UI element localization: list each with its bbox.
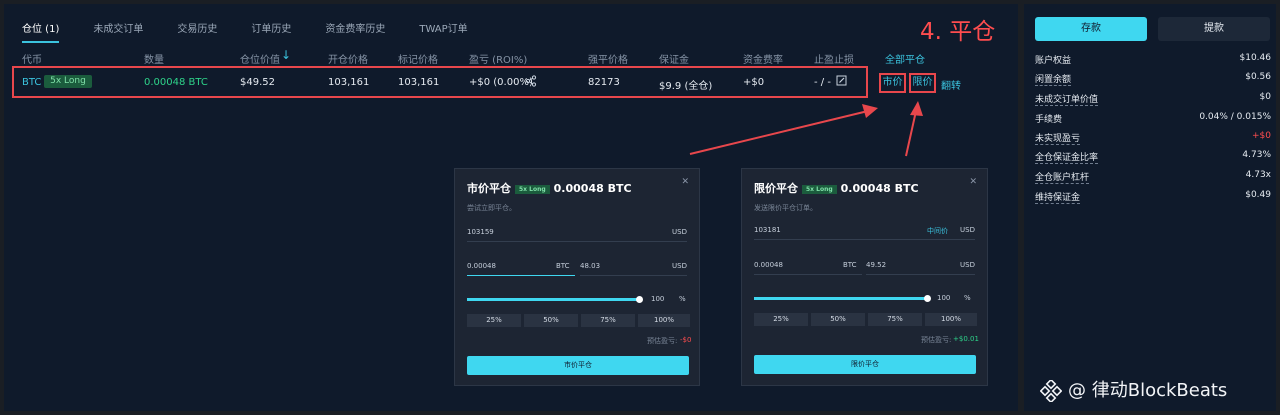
leverage-badge: 5x Long	[44, 75, 92, 88]
tab-funding-history[interactable]: 资金费率历史	[325, 20, 385, 43]
size-slider[interactable]	[754, 297, 929, 300]
blockbeats-logo-icon	[1040, 380, 1062, 402]
est-pnl-value: +$0.01	[953, 335, 979, 343]
header-liq: 强平价格	[588, 55, 628, 66]
slider-value: 100	[937, 294, 951, 302]
qty-usd-input[interactable]: 48.03	[580, 262, 600, 270]
slider-handle[interactable]	[636, 296, 643, 303]
price-input[interactable]: 103159	[467, 228, 494, 236]
stat-unrealized-pnl: 未实现盈亏 +$0	[1035, 131, 1271, 145]
share-icon[interactable]	[525, 75, 537, 87]
qty-unit: BTC	[843, 261, 857, 269]
pct-50-button[interactable]: 50%	[524, 314, 578, 327]
header-funding: 资金费率	[743, 55, 783, 66]
price-input[interactable]: 103181	[754, 226, 781, 234]
leverage-badge: 5x Long	[802, 184, 837, 194]
pct-100-button[interactable]: 100%	[638, 314, 690, 327]
stat-account-equity: 账户权益 $10.46	[1035, 53, 1271, 66]
slider-handle[interactable]	[924, 295, 931, 302]
limit-close-modal: 限价平仓 5x Long 0.00048 BTC ✕ 发送限价平仓订单。 10318…	[741, 168, 988, 386]
pct-100-button[interactable]: 100%	[925, 313, 977, 326]
tab-positions[interactable]: 仓位 (1)	[22, 20, 60, 43]
funding-cell: +$0	[743, 77, 765, 88]
watermark: @ 律动BlockBeats	[1040, 376, 1227, 402]
stat-maintenance-margin: 维持保证金 $0.49	[1035, 190, 1271, 204]
header-mark: 标记价格	[398, 55, 438, 66]
stat-cross-leverage: 全仓账户杠杆 4.73x	[1035, 170, 1271, 184]
pct-25-button[interactable]: 25%	[467, 314, 521, 327]
value-cell: $49.52	[240, 77, 275, 88]
mark-cell: 103,161	[398, 77, 440, 88]
sort-down-icon[interactable]: ↓	[281, 48, 291, 62]
close-all-button[interactable]: 全部平仓	[885, 51, 925, 66]
tab-open-orders[interactable]: 未成交订单	[93, 20, 143, 43]
deposit-button[interactable]: 存款	[1035, 17, 1147, 41]
margin-cell: $9.9 (全仓)	[659, 81, 713, 92]
pnl-cell: +$0 (0.00%)	[469, 77, 533, 88]
tab-trade-history[interactable]: 交易历史	[177, 20, 217, 43]
usd-unit: USD	[672, 262, 687, 270]
pct-75-button[interactable]: 75%	[581, 314, 635, 327]
pct-50-button[interactable]: 50%	[811, 313, 865, 326]
qty-input[interactable]: 0.00048	[467, 262, 496, 270]
close-icon[interactable]: ✕	[969, 177, 977, 187]
liq-cell: 82173	[588, 77, 620, 88]
price-unit: USD	[960, 226, 975, 234]
leverage-badge: 5x Long	[515, 184, 550, 194]
header-size: 数量	[144, 55, 164, 66]
step-annotation: 4. 平仓	[920, 19, 996, 45]
header-entry: 开仓价格	[328, 55, 368, 66]
withdraw-button[interactable]: 提款	[1158, 17, 1270, 41]
stat-cross-margin-ratio: 全仓保证金比率 4.73%	[1035, 150, 1271, 164]
close-icon[interactable]: ✕	[681, 177, 689, 187]
market-close-button[interactable]: 市价	[879, 73, 906, 93]
slider-unit: %	[679, 295, 686, 303]
tab-twap-orders[interactable]: TWAP订单	[419, 20, 467, 43]
modal-subtitle: 发送限价平仓订单。	[754, 204, 817, 212]
price-unit: USD	[672, 228, 687, 236]
mid-price-button[interactable]: 中间价	[927, 226, 948, 236]
reverse-button[interactable]: 翻转	[941, 77, 961, 92]
header-pnl: 盈亏 (ROI%)	[469, 55, 528, 66]
header-tpsl: 止盈止损	[814, 55, 854, 66]
tpsl-cell: - / -	[814, 77, 831, 88]
market-close-modal: 市价平仓 5x Long 0.00048 BTC ✕ 尝试立即平仓。 103159 …	[454, 168, 700, 386]
stat-fees: 手续费 0.04% / 0.015%	[1035, 112, 1271, 125]
usd-unit: USD	[960, 261, 975, 269]
slider-value: 100	[651, 295, 665, 303]
tab-order-history[interactable]: 订单历史	[251, 20, 291, 43]
edit-icon[interactable]	[836, 75, 847, 86]
header-coin: 代币	[22, 55, 42, 66]
account-sidebar: 存款 提款 账户权益 $10.46 闲置余额 $0.56 未成交订单价值 $0 手续费…	[1024, 4, 1276, 411]
est-pnl-value: -$0	[680, 336, 692, 344]
coin-cell[interactable]: BTC	[22, 77, 41, 88]
position-row-highlight	[12, 66, 868, 98]
est-pnl-label: 预估盈亏:	[647, 337, 678, 345]
qty-unit: BTC	[556, 262, 570, 270]
est-pnl-label: 预估盈亏:	[921, 336, 952, 344]
modal-title: 市价平仓 5x Long 0.00048 BTC	[467, 182, 632, 195]
modal-title: 限价平仓 5x Long 0.00048 BTC	[754, 182, 919, 195]
limit-close-button[interactable]: 限价	[909, 73, 936, 93]
limit-close-confirm-button[interactable]: 限价平仓	[754, 355, 976, 374]
size-slider[interactable]	[467, 298, 639, 301]
qty-usd-input[interactable]: 49.52	[866, 261, 886, 269]
header-margin: 保证金	[659, 55, 689, 66]
market-close-confirm-button[interactable]: 市价平仓	[467, 356, 689, 375]
tab-bar: 仓位 (1) 未成交订单 交易历史 订单历史 资金费率历史 TWAP订单	[22, 20, 502, 43]
header-value[interactable]: 仓位价值	[240, 51, 280, 66]
pct-75-button[interactable]: 75%	[868, 313, 922, 326]
modal-subtitle: 尝试立即平仓。	[467, 204, 516, 212]
stat-open-order-value: 未成交订单价值 $0	[1035, 92, 1271, 106]
qty-input[interactable]: 0.00048	[754, 261, 783, 269]
entry-cell: 103,161	[328, 77, 370, 88]
size-cell: 0.00048 BTC	[144, 77, 208, 88]
slider-unit: %	[964, 294, 971, 302]
pct-25-button[interactable]: 25%	[754, 313, 808, 326]
stat-idle-balance: 闲置余额 $0.56	[1035, 72, 1271, 86]
